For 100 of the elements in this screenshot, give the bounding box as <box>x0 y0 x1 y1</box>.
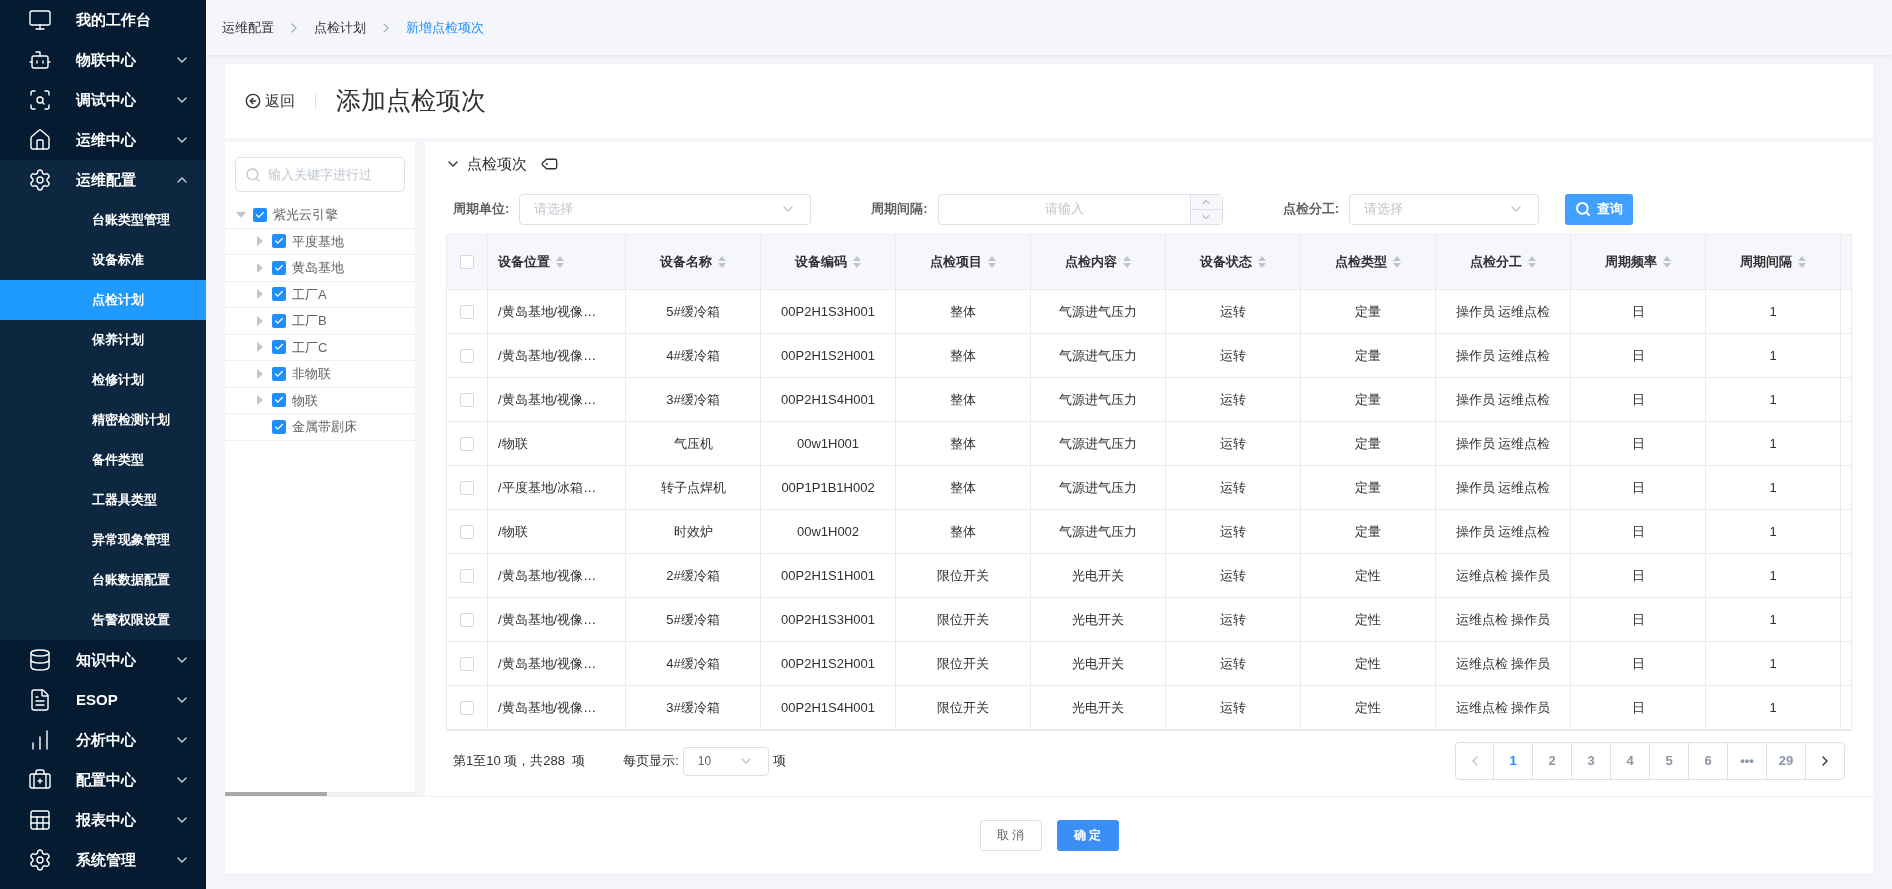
sort-icon[interactable] <box>988 256 996 268</box>
submenu-item[interactable]: 设备标准 <box>0 240 206 280</box>
row-checkbox[interactable] <box>460 480 474 495</box>
sidebar-item[interactable]: ESOP <box>0 680 206 720</box>
select-all-checkbox[interactable] <box>460 255 474 269</box>
caret-right-icon[interactable] <box>257 368 263 379</box>
filter-label: 周期间隔: <box>871 200 928 219</box>
table-cell-text: 运维点检 操作员 <box>1455 698 1551 717</box>
caret-down-icon[interactable] <box>236 211 246 218</box>
tree-node-label[interactable]: 工厂C <box>292 337 328 357</box>
sidebar-item[interactable]: 知识中心 <box>0 640 206 680</box>
gear-icon <box>28 168 52 192</box>
row-checkbox[interactable] <box>460 524 474 539</box>
caret-right-icon[interactable] <box>257 315 263 326</box>
sidebar-item[interactable]: 运维配置 <box>0 160 206 200</box>
submenu-item[interactable]: 台账类型管理 <box>0 200 206 240</box>
submenu-item[interactable]: 告警权限设置 <box>0 600 206 640</box>
caret-right-icon[interactable] <box>257 342 263 353</box>
tree-checkbox[interactable] <box>272 313 286 328</box>
table-cell-text: 时效炉 <box>673 522 713 541</box>
check-icon <box>274 315 284 326</box>
sort-icon[interactable] <box>556 256 564 268</box>
tree-checkbox[interactable] <box>272 340 286 355</box>
tree-checkbox[interactable] <box>272 393 286 408</box>
tree-node-label[interactable]: 黄岛基地 <box>292 258 344 278</box>
tree-checkbox[interactable] <box>272 366 286 381</box>
sidebar-item[interactable]: 调试中心 <box>0 80 206 120</box>
table-cell-text: 1 <box>1769 478 1777 497</box>
sidebar-item[interactable]: 配置中心 <box>0 760 206 800</box>
row-checkbox[interactable] <box>460 436 474 451</box>
sort-icon[interactable] <box>1798 256 1806 268</box>
row-checkbox[interactable] <box>460 392 474 407</box>
sort-icon[interactable] <box>1528 256 1536 268</box>
caret-right-icon[interactable] <box>257 395 263 406</box>
tree-node-label[interactable]: 工厂B <box>292 311 327 331</box>
tree-node-label[interactable]: 金属带剧床 <box>292 417 357 437</box>
sidebar-item[interactable]: 运维中心 <box>0 120 206 160</box>
tree-checkbox[interactable] <box>253 207 267 222</box>
table-cell-text: 1 <box>1769 390 1777 409</box>
search-icon <box>1575 201 1592 217</box>
row-checkbox[interactable] <box>460 612 474 627</box>
sort-icon[interactable] <box>853 256 861 268</box>
tree-node-label[interactable]: 非物联 <box>292 364 331 384</box>
table-cell-text: 运转 <box>1220 302 1246 321</box>
tree-checkbox[interactable] <box>272 419 286 434</box>
column-header: 点检分工 <box>1470 253 1522 272</box>
sidebar-item[interactable]: 报表中心 <box>0 800 206 840</box>
table-cell-text: 整体 <box>950 346 976 365</box>
table-cell-text: /黄岛基地/视像… <box>498 654 597 673</box>
submenu-item[interactable]: 台账数据配置 <box>0 560 206 600</box>
page-title: 添加点检项次 <box>336 85 486 117</box>
table-cell-text: 定量 <box>1355 478 1381 497</box>
caret-right-icon[interactable] <box>257 262 263 273</box>
table-cell-text: 气源进气压力 <box>1059 302 1137 321</box>
submenu-item[interactable]: 异常现象管理 <box>0 520 206 560</box>
tree-search-field[interactable]: 输入关键字进行过 <box>235 157 405 192</box>
submenu-item[interactable]: 备件类型 <box>0 440 206 480</box>
tree-checkbox[interactable] <box>272 287 286 302</box>
table-cell-text: 运转 <box>1220 522 1246 541</box>
row-checkbox[interactable] <box>460 656 474 671</box>
table-cell-text: 定量 <box>1355 390 1381 409</box>
column-header: 周期频率 <box>1605 253 1657 272</box>
table-cell-text: 气源进气压力 <box>1059 390 1137 409</box>
breadcrumb-item[interactable]: 点检计划 <box>314 17 366 38</box>
breadcrumb-item[interactable]: 运维配置 <box>222 17 274 38</box>
table-icon <box>28 808 52 832</box>
tree-node-label[interactable]: 物联 <box>292 390 318 410</box>
submenu-item[interactable]: 检修计划 <box>0 360 206 400</box>
house-icon <box>28 128 52 152</box>
caret-right-icon[interactable] <box>257 236 263 247</box>
sort-icon[interactable] <box>1258 256 1266 268</box>
tree-node-label[interactable]: 工厂A <box>292 284 327 304</box>
row-checkbox[interactable] <box>460 304 474 319</box>
sort-icon[interactable] <box>1123 256 1131 268</box>
back-button[interactable]: 返回 <box>245 89 295 113</box>
check-icon <box>274 368 284 379</box>
table-cell-text: 00w1H002 <box>796 522 860 541</box>
tree-checkbox[interactable] <box>272 260 286 275</box>
sidebar-item[interactable]: 分析中心 <box>0 720 206 760</box>
sort-icon[interactable] <box>1393 256 1401 268</box>
sidebar-item[interactable]: 我的工作台 <box>0 0 206 40</box>
submenu-item[interactable]: 保养计划 <box>0 320 206 360</box>
caret-right-icon[interactable] <box>257 289 263 300</box>
sidebar-item[interactable]: 物联中心 <box>0 40 206 80</box>
tree-node-label[interactable]: 紫光云引擎 <box>273 205 338 225</box>
row-checkbox[interactable] <box>460 568 474 583</box>
scrollbar-thumb[interactable] <box>225 792 327 796</box>
row-checkbox[interactable] <box>460 348 474 363</box>
row-checkbox[interactable] <box>460 700 474 715</box>
sidebar-item[interactable]: 系统管理 <box>0 840 206 880</box>
cancel-button[interactable]: 取 消 <box>979 819 1042 851</box>
submenu-item[interactable]: 精密检测计划 <box>0 400 206 440</box>
tree-node-label[interactable]: 平度基地 <box>292 231 344 251</box>
per-page-select[interactable]: 10 <box>682 746 769 776</box>
sort-icon[interactable] <box>1663 256 1671 268</box>
table-cell-text: 4#缓冷箱 <box>666 654 720 673</box>
sort-icon[interactable] <box>718 256 726 268</box>
toolbox-icon <box>28 768 52 792</box>
submenu-item[interactable]: 工器具类型 <box>0 480 206 520</box>
tree-checkbox[interactable] <box>272 234 286 249</box>
